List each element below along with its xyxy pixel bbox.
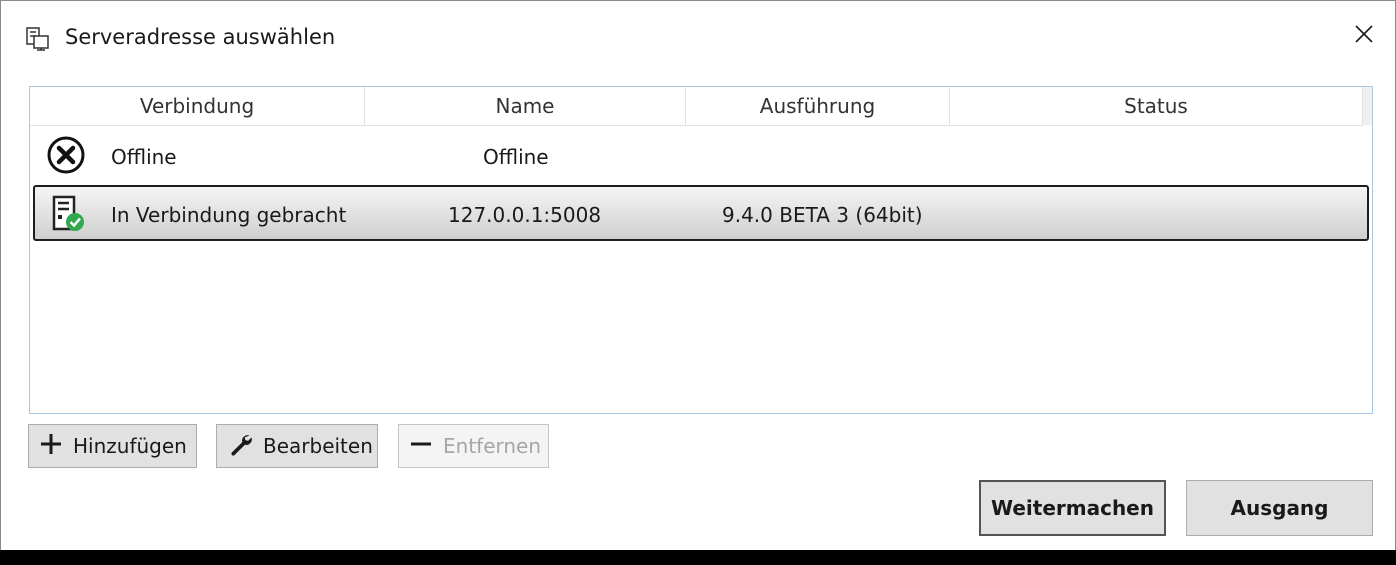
add-button[interactable]: Hinzufügen <box>28 424 197 468</box>
add-button-label: Hinzufügen <box>73 434 187 458</box>
header-filler <box>1363 87 1372 125</box>
table-row-selected[interactable]: In Verbindung gebracht 127.0.0.1:5008 9.… <box>33 185 1369 241</box>
plus-icon <box>39 432 63 461</box>
table-row[interactable]: Offline Offline <box>30 127 1370 183</box>
server-address-dialog: Serveradresse auswählen Verbindung Name … <box>0 0 1396 550</box>
cell-name: Offline <box>483 145 549 169</box>
minus-icon <box>409 432 433 461</box>
dialog-title: Serveradresse auswählen <box>65 25 336 49</box>
offline-x-icon <box>46 135 86 175</box>
close-button[interactable] <box>1347 19 1381 53</box>
list-header: Verbindung Name Ausführung Status <box>30 87 1363 126</box>
cell-name: 127.0.0.1:5008 <box>448 203 602 227</box>
remove-button[interactable]: Entfernen <box>398 424 549 468</box>
exit-button[interactable]: Ausgang <box>1186 480 1373 536</box>
column-header-status[interactable]: Status <box>950 87 1363 125</box>
server-list[interactable]: Verbindung Name Ausführung Status Offlin… <box>29 86 1373 414</box>
close-icon <box>1354 24 1374 48</box>
remove-button-label: Entfernen <box>443 434 542 458</box>
server-connected-icon <box>48 194 88 234</box>
column-header-name[interactable]: Name <box>365 87 686 125</box>
wrench-icon <box>229 432 253 461</box>
edit-button[interactable]: Bearbeiten <box>216 424 378 468</box>
column-header-verbindung[interactable]: Verbindung <box>30 87 365 125</box>
title-bar: Serveradresse auswählen <box>1 1 1395 75</box>
continue-button[interactable]: Weitermachen <box>979 480 1166 536</box>
server-connection-icon <box>25 27 51 51</box>
column-header-ausfuehrung[interactable]: Ausführung <box>686 87 950 125</box>
cell-verbindung: Offline <box>111 145 177 169</box>
cell-ausfuehrung: 9.4.0 BETA 3 (64bit) <box>722 203 923 227</box>
edit-button-label: Bearbeiten <box>263 434 373 458</box>
cell-verbindung: In Verbindung gebracht <box>111 203 347 227</box>
